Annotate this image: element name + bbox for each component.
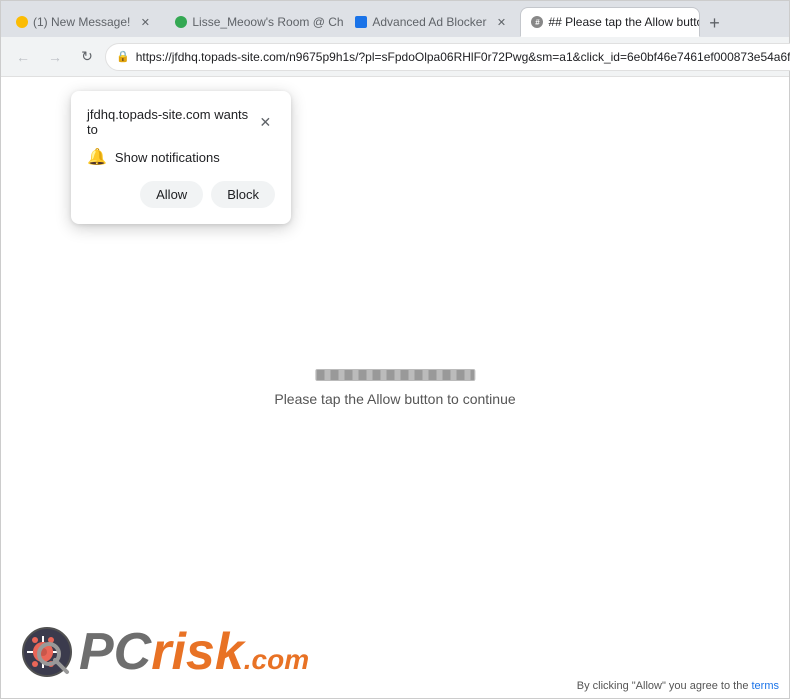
progress-text: Please tap the Allow button to continue [274,391,515,407]
tab-3-favicon [355,16,367,28]
tab-2-favicon [175,16,187,28]
page-center-content: Please tap the Allow button to continue [274,369,515,407]
popup-permission-row: 🔔 Show notifications [87,147,275,167]
chrome-browser: (1) New Message! ✕ Lisse_Meoow's Room @ … [1,1,789,698]
tab-2-label: Lisse_Meoow's Room @ Che... [192,15,344,29]
popup-buttons: Allow Block [87,181,275,208]
dotcom-text: .com [244,646,309,674]
pcrisk-logo-icon [21,626,73,678]
tab-4-label: ## Please tap the Allow butto... [548,15,700,29]
permission-text: Show notifications [115,150,220,165]
tab-4-favicon: # [531,16,543,28]
footer-text: By clicking "Allow" you agree to the [577,680,749,692]
address-bar[interactable]: 🔒 https://jfdhq.topads-site.com/n9675p9h… [105,43,790,71]
tab-3-close[interactable]: ✕ [493,14,509,30]
refresh-icon: ↻ [81,48,93,65]
popup-site: jfdhq.topads-site.com [87,107,211,122]
popup-title: jfdhq.topads-site.com wants to [87,107,256,137]
tab-3[interactable]: Advanced Ad Blocker ✕ [344,7,520,37]
back-button[interactable]: ← [9,43,37,71]
page-content: jfdhq.topads-site.com wants to ✕ 🔔 Show … [1,77,789,698]
bell-icon: 🔔 [87,147,107,167]
tab-2[interactable]: Lisse_Meoow's Room @ Che... ✕ [164,7,344,37]
progress-bar [315,369,475,381]
popup-close-button[interactable]: ✕ [256,112,275,132]
allow-button[interactable]: Allow [140,181,203,208]
pcrisk-watermark: PC risk .com [21,626,309,678]
toolbar: ← → ↻ 🔒 https://jfdhq.topads-site.com/n9… [1,37,789,77]
new-tab-button[interactable]: + [700,9,728,37]
notification-popup: jfdhq.topads-site.com wants to ✕ 🔔 Show … [71,91,291,224]
pc-text: PC [79,626,151,678]
tab-1[interactable]: (1) New Message! ✕ [5,7,164,37]
refresh-button[interactable]: ↻ [73,43,101,71]
tab-bar: (1) New Message! ✕ Lisse_Meoow's Room @ … [1,1,789,37]
forward-button[interactable]: → [41,43,69,71]
url-text: https://jfdhq.topads-site.com/n9675p9h1s… [136,50,790,64]
lock-icon: 🔒 [116,50,130,63]
block-button[interactable]: Block [211,181,275,208]
risk-text: risk [151,626,244,678]
tab-1-label: (1) New Message! [33,15,130,29]
footer-note: By clicking "Allow" you agree to the ter… [577,680,779,692]
popup-header: jfdhq.topads-site.com wants to ✕ [87,107,275,137]
tab-4[interactable]: # ## Please tap the Allow butto... ✕ [520,7,700,37]
close-icon: ✕ [260,114,272,131]
pcrisk-brand: PC risk .com [79,626,309,678]
terms-link[interactable]: terms [752,680,780,692]
tab-1-close[interactable]: ✕ [137,14,153,30]
tab-1-favicon [16,16,28,28]
back-icon: ← [16,49,30,65]
tab-3-label: Advanced Ad Blocker [372,15,486,29]
forward-icon: → [48,49,62,65]
